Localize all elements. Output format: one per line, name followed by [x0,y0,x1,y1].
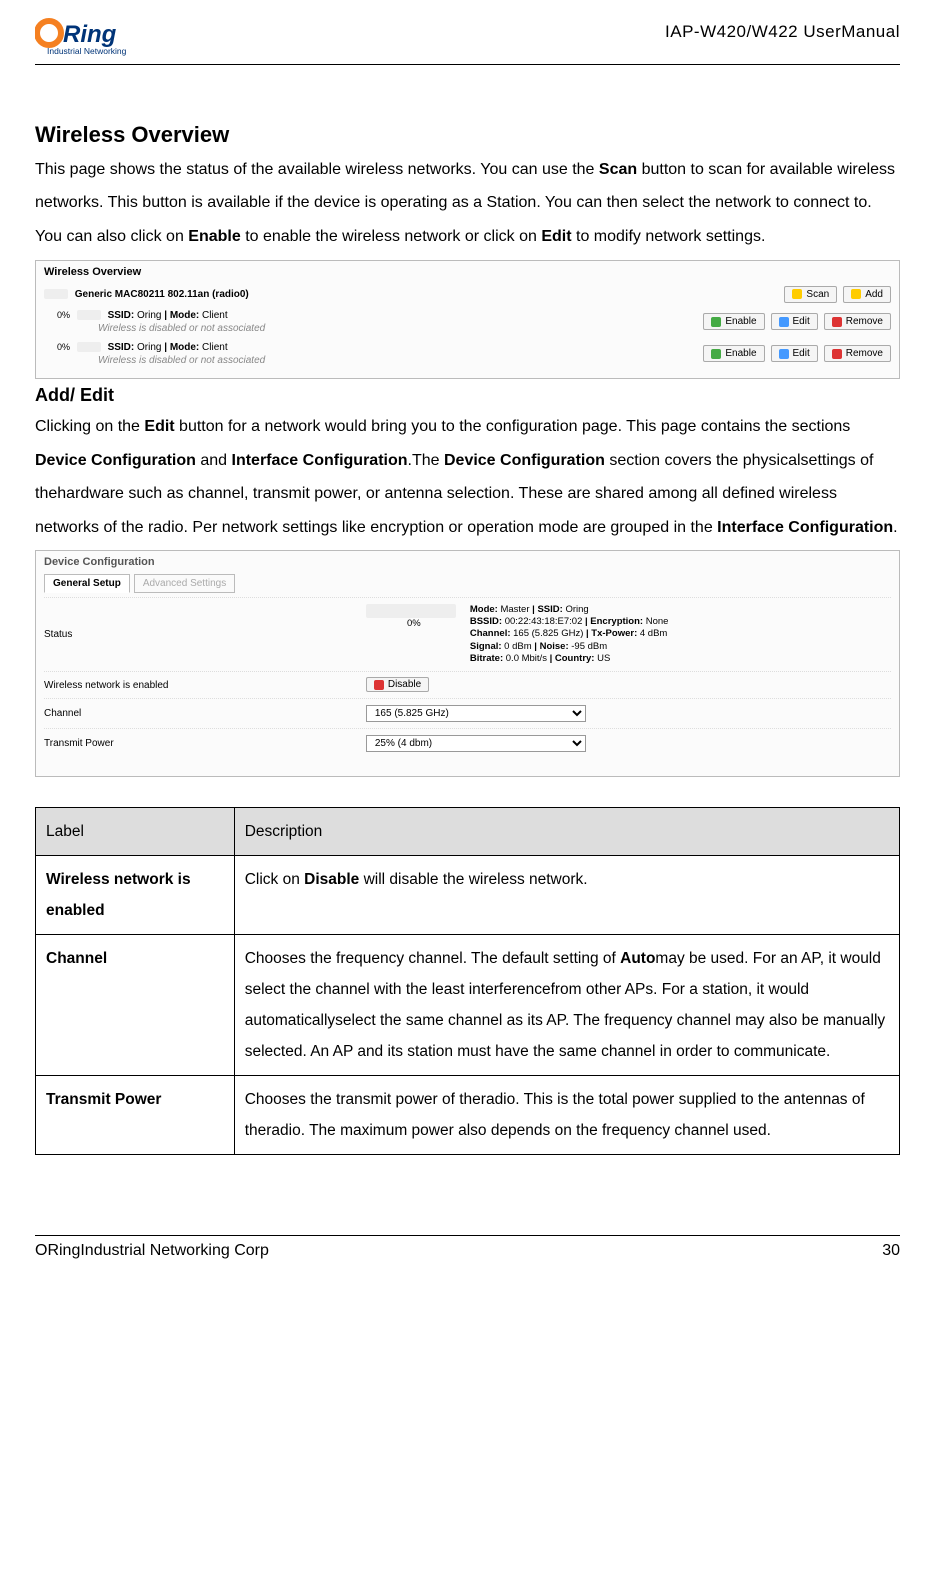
edit-icon [779,317,789,327]
tab-advanced-settings[interactable]: Advanced Settings [134,574,235,593]
table-row: Transmit Power Chooses the transmit powe… [36,1075,900,1154]
signal-percent: 0% [407,618,421,630]
disable-icon [374,680,384,690]
col-label: Label [36,807,235,855]
footer-left: ORingIndustrial Networking Corp [35,1242,269,1260]
oring-logo-icon: Ring Industrial Networking [35,18,155,56]
page-number: 30 [882,1242,900,1260]
disable-button[interactable]: Disable [366,677,429,692]
cell-label: Wireless network is enabled [36,855,235,934]
scan-button[interactable]: Scan [784,286,837,303]
channel-select[interactable]: 165 (5.825 GHz) [366,705,586,722]
add-icon [851,289,861,299]
add-button[interactable]: Add [843,286,891,303]
remove-icon [832,349,842,359]
scan-icon [792,289,802,299]
table-row: Channel Chooses the frequency channel. T… [36,934,900,1075]
tab-general-setup[interactable]: General Setup [44,574,130,593]
signal-bar-icon [44,289,68,299]
status-note: Wireless is disabled or not associated [98,323,265,334]
panel-title: Wireless Overview [44,265,891,279]
enable-button[interactable]: Enable [703,345,764,362]
status-note: Wireless is disabled or not associated [98,355,265,366]
label-wireless-enabled: Wireless network is enabled [44,679,366,692]
logo: Ring Industrial Networking [35,18,155,56]
col-description: Description [234,807,899,855]
radio-name: Generic MAC80211 802.11an (radio0) [75,289,249,300]
signal-icon [77,342,101,352]
signal-percent: 0% [44,310,70,322]
enable-button[interactable]: Enable [703,313,764,330]
enable-icon [711,349,721,359]
page-footer: ORingIndustrial Networking Corp 30 [35,1235,900,1260]
svg-text:Industrial Networking: Industrial Networking [47,46,127,56]
signal-meter-icon [366,604,456,618]
wireless-overview-panel: Wireless Overview Generic MAC80211 802.1… [35,260,900,379]
cell-description: Chooses the frequency channel. The defau… [234,934,899,1075]
cell-label: Transmit Power [36,1075,235,1154]
heading-wireless-overview: Wireless Overview [35,120,900,151]
remove-icon [832,317,842,327]
signal-icon [77,310,101,320]
cell-label: Channel [36,934,235,1075]
add-edit-paragraph: Clicking on the Edit button for a networ… [35,410,900,544]
cell-description: Chooses the transmit power of theradio. … [234,1075,899,1154]
table-row: Wireless network is enabled Click on Dis… [36,855,900,934]
panel-title: Device Configuration [44,555,891,569]
doc-title: IAP-W420/W422 UserManual [665,18,900,42]
page-header: Ring Industrial Networking IAP-W420/W422… [35,18,900,65]
content: Wireless Overview This page shows the st… [35,120,900,1155]
transmit-power-select[interactable]: 25% (4 dbm) [366,735,586,752]
heading-add-edit: Add/ Edit [35,383,900,408]
enable-icon [711,317,721,327]
overview-paragraph: This page shows the status of the availa… [35,153,900,254]
label-status: Status [44,628,366,641]
remove-button[interactable]: Remove [824,345,891,362]
label-channel: Channel [44,707,366,720]
device-config-panel: Device Configuration General Setup Advan… [35,550,900,776]
label-transmit-power: Transmit Power [44,737,366,750]
svg-text:Ring: Ring [63,21,117,48]
description-table: Label Description Wireless network is en… [35,807,900,1155]
edit-button[interactable]: Edit [771,313,818,330]
status-details: Mode: Master | SSID: Oring BSSID: 00:22:… [470,604,669,666]
edit-button[interactable]: Edit [771,345,818,362]
cell-description: Click on Disable will disable the wirele… [234,855,899,934]
remove-button[interactable]: Remove [824,313,891,330]
signal-percent: 0% [44,342,70,354]
edit-icon [779,349,789,359]
